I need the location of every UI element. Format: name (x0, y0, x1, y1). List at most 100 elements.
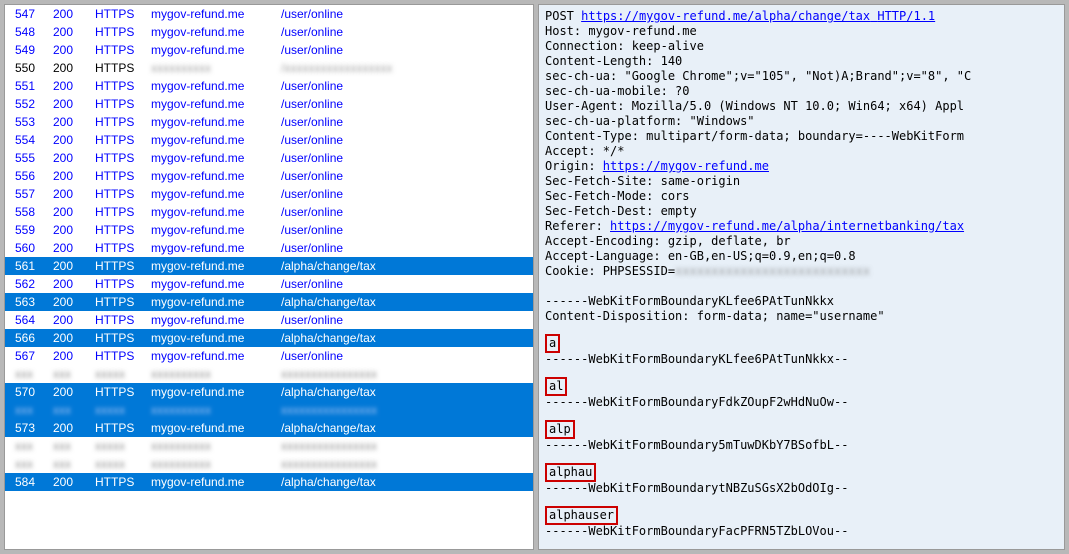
sessions-panel[interactable]: 547200HTTPSmygov-refund.me/user/online54… (4, 4, 534, 550)
cell-host: mygov-refund.me (145, 311, 275, 329)
form-boundary-trailer: ------WebKitFormBoundaryFdkZOupF2wHdNuOw… (545, 395, 1058, 410)
session-row[interactable]: 553200HTTPSmygov-refund.me/user/online (5, 113, 533, 131)
cell-status: 200 (47, 293, 89, 311)
cell-path: xxxxxxxxxxxxxxxx (275, 455, 533, 473)
cell-proto: HTTPS (89, 203, 145, 221)
cell-status: 200 (47, 257, 89, 275)
cell-status: 200 (47, 131, 89, 149)
cell-proto: HTTPS (89, 275, 145, 293)
cell-host: mygov-refund.me (145, 419, 275, 437)
session-row[interactable]: xxxxxxxxxxxxxxxxxxxxxxxxxxxxxxxxxxxxx (5, 437, 533, 455)
http-header: sec-ch-ua: "Google Chrome";v="105", "Not… (545, 69, 1058, 84)
session-row[interactable]: 557200HTTPSmygov-refund.me/user/online (5, 185, 533, 203)
session-row[interactable]: xxxxxxxxxxxxxxxxxxxxxxxxxxxxxxxxxxxxx (5, 365, 533, 383)
cell-proto: HTTPS (89, 113, 145, 131)
cell-proto: HTTPS (89, 419, 145, 437)
session-row[interactable]: 558200HTTPSmygov-refund.me/user/online (5, 203, 533, 221)
cell-id: 554 (5, 131, 47, 149)
cell-id: 570 (5, 383, 47, 401)
cell-id: xxx (5, 401, 47, 419)
app-container: 547200HTTPSmygov-refund.me/user/online54… (4, 4, 1065, 550)
cell-proto: HTTPS (89, 383, 145, 401)
cell-path: /alpha/change/tax (275, 419, 533, 437)
cell-status: 200 (47, 275, 89, 293)
cell-id: 567 (5, 347, 47, 365)
http-header: Content-Type: multipart/form-data; bound… (545, 129, 1058, 144)
session-row[interactable]: 560200HTTPSmygov-refund.me/user/online (5, 239, 533, 257)
http-header: Sec-Fetch-Site: same-origin (545, 174, 1058, 189)
cell-proto: HTTPS (89, 95, 145, 113)
cell-status: xxx (47, 455, 89, 473)
session-row[interactable]: 547200HTTPSmygov-refund.me/user/online (5, 5, 533, 23)
session-row[interactable]: 548200HTTPSmygov-refund.me/user/online (5, 23, 533, 41)
cell-host: mygov-refund.me (145, 473, 275, 491)
session-row[interactable]: 584200HTTPSmygov-refund.me/alpha/change/… (5, 473, 533, 491)
cell-host: mygov-refund.me (145, 23, 275, 41)
cell-status: 200 (47, 383, 89, 401)
cell-host: xxxxxxxxxx (145, 59, 275, 77)
session-row[interactable]: xxxxxxxxxxxxxxxxxxxxxxxxxxxxxxxxxxxxx (5, 401, 533, 419)
session-row[interactable]: 561200HTTPSmygov-refund.me/alpha/change/… (5, 257, 533, 275)
referer-header: Referer: https://mygov-refund.me/alpha/i… (545, 219, 1058, 234)
cell-host: mygov-refund.me (145, 131, 275, 149)
session-row[interactable]: 562200HTTPSmygov-refund.me/user/online (5, 275, 533, 293)
session-row[interactable]: 555200HTTPSmygov-refund.me/user/online (5, 149, 533, 167)
cell-path: /user/online (275, 167, 533, 185)
cell-proto: xxxxx (89, 455, 145, 473)
cell-status: 200 (47, 5, 89, 23)
session-row[interactable]: 567200HTTPSmygov-refund.me/user/online (5, 347, 533, 365)
cell-id: 555 (5, 149, 47, 167)
cell-status: 200 (47, 41, 89, 59)
request-url-link[interactable]: https://mygov-refund.me/alpha/change/tax… (581, 9, 935, 23)
session-row[interactable]: 549200HTTPSmygov-refund.me/user/online (5, 41, 533, 59)
cell-path: xxxxxxxxxxxxxxxx (275, 365, 533, 383)
referer-link[interactable]: https://mygov-refund.me/alpha/internetba… (610, 219, 964, 233)
cell-path: /user/online (275, 221, 533, 239)
session-row[interactable]: 564200HTTPSmygov-refund.me/user/online (5, 311, 533, 329)
session-row[interactable]: 550200HTTPSxxxxxxxxxx/xxxxxxxxxxxxxxxxxx (5, 59, 533, 77)
form-value-boxed: alphau (545, 463, 596, 482)
session-row[interactable]: 570200HTTPSmygov-refund.me/alpha/change/… (5, 383, 533, 401)
session-row[interactable]: 573200HTTPSmygov-refund.me/alpha/change/… (5, 419, 533, 437)
cell-status: 200 (47, 203, 89, 221)
cell-proto: HTTPS (89, 23, 145, 41)
cell-proto: HTTPS (89, 311, 145, 329)
cell-id: 547 (5, 5, 47, 23)
cell-id: 552 (5, 95, 47, 113)
http-header: Sec-Fetch-Dest: empty (545, 204, 1058, 219)
session-row[interactable]: 554200HTTPSmygov-refund.me/user/online (5, 131, 533, 149)
session-row[interactable]: 556200HTTPSmygov-refund.me/user/online (5, 167, 533, 185)
cell-status: 200 (47, 419, 89, 437)
session-row[interactable]: 559200HTTPSmygov-refund.me/user/online (5, 221, 533, 239)
cell-id: 573 (5, 419, 47, 437)
http-header: Accept-Encoding: gzip, deflate, br (545, 234, 1058, 249)
http-header: Content-Length: 140 (545, 54, 1058, 69)
sessions-table[interactable]: 547200HTTPSmygov-refund.me/user/online54… (5, 5, 533, 491)
http-header: sec-ch-ua-mobile: ?0 (545, 84, 1058, 99)
cell-host: mygov-refund.me (145, 149, 275, 167)
http-header: sec-ch-ua-platform: "Windows" (545, 114, 1058, 129)
cell-status: 200 (47, 149, 89, 167)
session-row[interactable]: 552200HTTPSmygov-refund.me/user/online (5, 95, 533, 113)
http-header: Host: mygov-refund.me (545, 24, 1058, 39)
origin-link[interactable]: https://mygov-refund.me (603, 159, 769, 173)
cell-proto: xxxxx (89, 365, 145, 383)
cell-status: 200 (47, 59, 89, 77)
session-row[interactable]: 566200HTTPSmygov-refund.me/alpha/change/… (5, 329, 533, 347)
cell-proto: HTTPS (89, 167, 145, 185)
cell-path: /user/online (275, 5, 533, 23)
cell-path: /user/online (275, 149, 533, 167)
cell-proto: HTTPS (89, 131, 145, 149)
cell-proto: HTTPS (89, 221, 145, 239)
cell-host: mygov-refund.me (145, 329, 275, 347)
session-row[interactable]: 563200HTTPSmygov-refund.me/alpha/change/… (5, 293, 533, 311)
request-inspector[interactable]: POST https://mygov-refund.me/alpha/chang… (538, 4, 1065, 550)
session-row[interactable]: 551200HTTPSmygov-refund.me/user/online (5, 77, 533, 95)
cell-path: /user/online (275, 41, 533, 59)
session-row[interactable]: xxxxxxxxxxxxxxxxxxxxxxxxxxxxxxxxxxxxx (5, 455, 533, 473)
cell-id: 558 (5, 203, 47, 221)
cell-proto: HTTPS (89, 257, 145, 275)
cookie-header: Cookie: PHPSESSID=xxxxxxxxxxxxxxxxxxxxxx… (545, 264, 1058, 279)
form-value-boxed: alphapass (545, 549, 618, 550)
cell-proto: HTTPS (89, 149, 145, 167)
